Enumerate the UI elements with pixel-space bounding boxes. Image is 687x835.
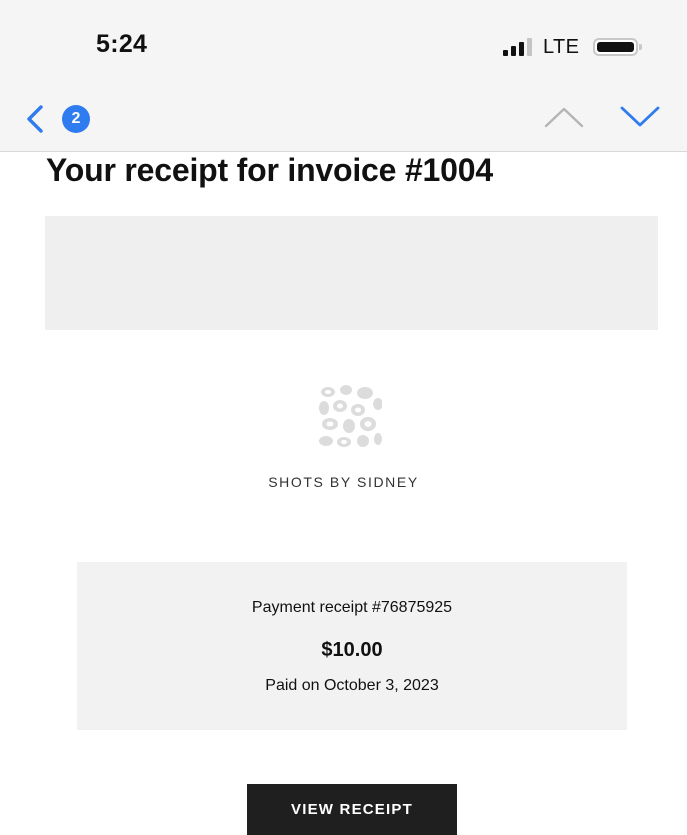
merchant-name: SHOTS BY SIDNEY (268, 474, 419, 490)
battery-icon (593, 38, 643, 56)
email-subject: Your receipt for invoice #1004 (46, 152, 493, 188)
status-time: 5:24 (96, 30, 148, 58)
receipt-number: Payment receipt #76875925 (251, 599, 453, 616)
previous-message-button[interactable] (542, 104, 586, 130)
mail-nav-bar: 2 (0, 92, 687, 152)
chevron-left-icon (27, 105, 43, 133)
receipt-amount: $10.00 (321, 639, 383, 661)
receipt-summary-card: Payment receipt #76875925 $10.00 Paid on… (77, 562, 627, 730)
back-button[interactable]: 2 (24, 102, 104, 136)
email-header-image (45, 216, 658, 330)
chevron-up-icon (544, 107, 584, 128)
leopard-print-logo (318, 384, 382, 448)
view-receipt-button[interactable]: VIEW RECEIPT (247, 784, 457, 835)
signal-icon (503, 36, 541, 58)
unread-count-badge: 2 (62, 105, 90, 133)
mail-screen: 5:24 LTE 2 Your receipt for invoice #100… (0, 0, 687, 835)
next-message-button[interactable] (618, 104, 662, 130)
receipt-paid-date: Paid on October 3, 2023 (265, 677, 439, 694)
status-bar: 5:24 LTE (0, 0, 687, 92)
chevron-down-icon (620, 106, 660, 127)
network-label: LTE (543, 36, 580, 58)
